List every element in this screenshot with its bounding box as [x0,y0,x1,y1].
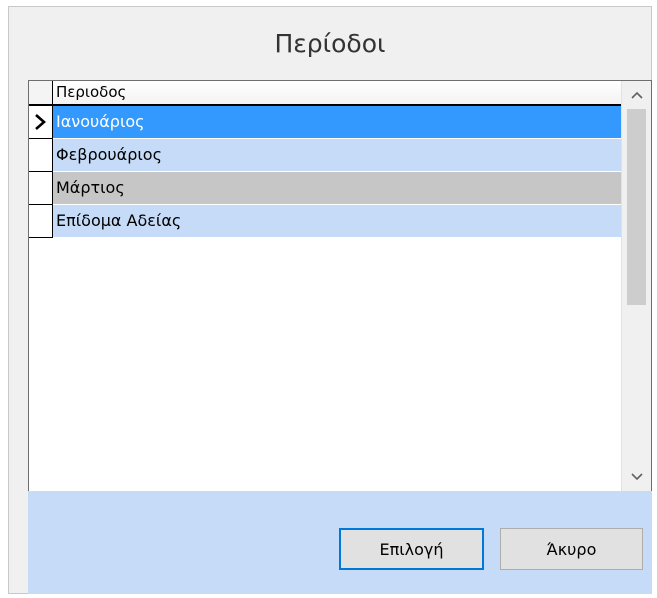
chevron-up-icon [630,91,643,99]
scroll-down-button[interactable] [622,463,651,491]
row-selector[interactable] [29,205,53,238]
table-row[interactable]: Φεβρουάριος [29,139,621,172]
vertical-scrollbar[interactable] [621,81,651,491]
cancel-button[interactable]: Άκυρο [500,528,643,570]
row-selector[interactable] [29,106,53,139]
scroll-up-button[interactable] [622,81,651,109]
select-button[interactable]: Επιλογή [339,528,484,570]
grid-header: Περιοδος [29,81,621,106]
scroll-thumb[interactable] [627,109,646,305]
table-row[interactable]: Μάρτιος [29,172,621,205]
row-pointer-icon [35,114,46,130]
row-selector[interactable] [29,139,53,172]
grid-rows: Ιανουάριος Φεβρουάριος Μάρτιος Επίδομα Α… [29,106,621,238]
period-cell[interactable]: Φεβρουάριος [53,139,621,172]
column-header-period[interactable]: Περιοδος [53,81,621,104]
period-cell[interactable]: Μάρτιος [53,172,621,205]
periods-dialog: Περίοδοι Περιοδος Ιανουάριος Φεβρουάριος [8,6,652,594]
row-header-corner [29,81,53,104]
periods-grid[interactable]: Περιοδος Ιανουάριος Φεβρουάριος Μάρτιος [28,80,652,492]
row-selector[interactable] [29,172,53,205]
dialog-title: Περίοδοι [274,29,386,58]
period-cell[interactable]: Επίδομα Αδείας [53,205,621,238]
button-panel: Επιλογή Άκυρο [28,491,652,594]
table-row[interactable]: Επίδομα Αδείας [29,205,621,238]
chevron-down-icon [630,473,643,481]
period-cell[interactable]: Ιανουάριος [53,106,621,139]
table-row[interactable]: Ιανουάριος [29,106,621,139]
